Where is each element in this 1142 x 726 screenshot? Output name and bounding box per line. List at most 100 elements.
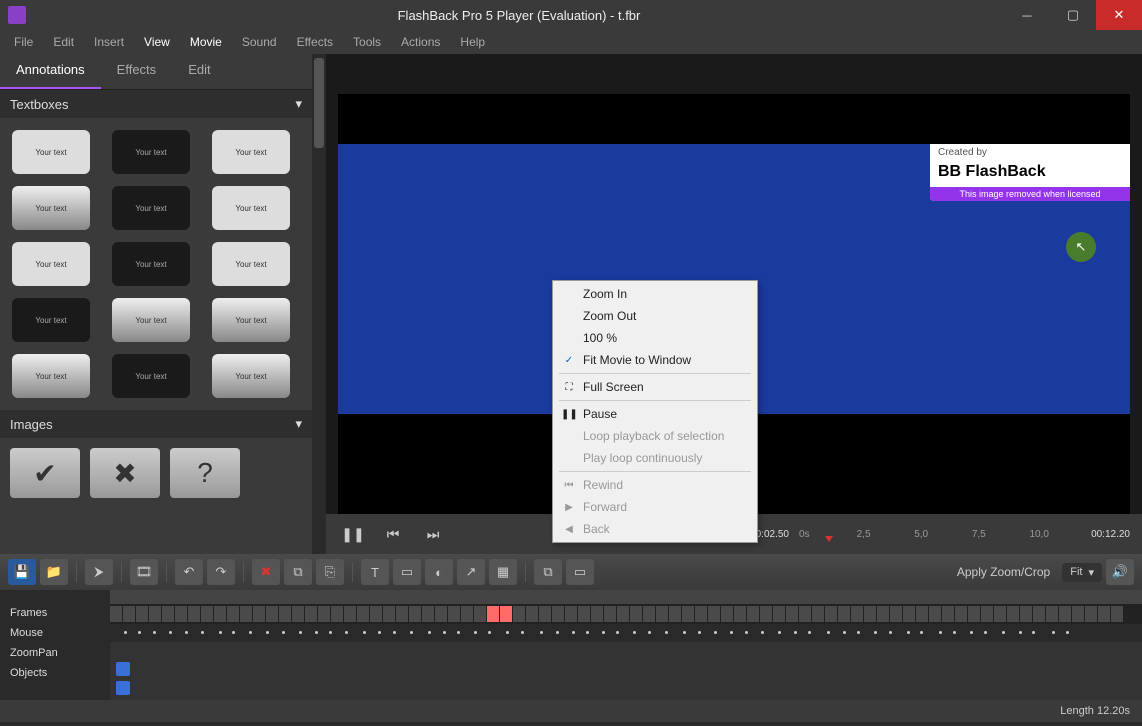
tab-annotations[interactable]: Annotations xyxy=(0,54,101,89)
textbox-style[interactable]: Your text xyxy=(212,130,290,174)
app-icon xyxy=(8,6,26,24)
next-frame-button[interactable]: ⏭ xyxy=(418,519,448,549)
textbox-style[interactable]: Your text xyxy=(12,130,90,174)
context-menu-item[interactable]: Zoom Out xyxy=(555,305,755,327)
chevron-down-icon: ▾ xyxy=(295,96,302,112)
textbox-style[interactable]: Your text xyxy=(112,186,190,230)
volume-button[interactable]: 🔊 xyxy=(1106,559,1134,585)
titlebar: FlashBack Pro 5 Player (Evaluation) - t.… xyxy=(0,0,1142,30)
menu-item-label: Fit Movie to Window xyxy=(583,353,691,367)
textbox-style[interactable]: Your text xyxy=(12,354,90,398)
share-button[interactable]: ⮞ xyxy=(85,559,113,585)
image-button[interactable]: ▭ xyxy=(393,559,421,585)
textbox-style[interactable]: Your text xyxy=(112,298,190,342)
context-menu: Zoom InZoom Out100 %✓Fit Movie to Window… xyxy=(552,280,758,543)
textbox-style[interactable]: Your text xyxy=(212,242,290,286)
image-question-icon[interactable]: ? xyxy=(170,448,240,498)
textbox-style[interactable]: Your text xyxy=(12,298,90,342)
track-label-zoompan[interactable]: ZoomPan xyxy=(0,644,110,664)
accordion-images[interactable]: Images ▾ xyxy=(0,410,312,438)
menu-edit[interactable]: Edit xyxy=(45,31,82,53)
menu-effects[interactable]: Effects xyxy=(289,31,341,53)
image-check-icon[interactable]: ✔ xyxy=(10,448,80,498)
crop-button[interactable]: ⧉ xyxy=(284,559,312,585)
menu-item-icon: ❚❚ xyxy=(561,409,577,420)
track-label-objects[interactable]: Objects xyxy=(0,664,110,684)
export-button[interactable]: 🎞 xyxy=(130,559,158,585)
textbox-style[interactable]: Your text xyxy=(212,354,290,398)
menu-item-icon: ◀ xyxy=(561,524,577,535)
text-button[interactable]: T xyxy=(361,559,389,585)
highlight-button[interactable]: ◐ xyxy=(425,559,453,585)
time-total: 00:12.20 xyxy=(1091,529,1130,540)
minimize-button[interactable]: ─ xyxy=(1004,0,1050,30)
delete-button[interactable]: ✖ xyxy=(252,559,280,585)
menu-sound[interactable]: Sound xyxy=(234,31,285,53)
context-menu-item[interactable]: 100 % xyxy=(555,327,755,349)
redo-button[interactable]: ↷ xyxy=(207,559,235,585)
scale-tick: 5,0 xyxy=(914,529,966,540)
cursor-highlight-icon: ↖ xyxy=(1066,232,1096,262)
close-button[interactable]: ✕ xyxy=(1096,0,1142,30)
timeline-tracks[interactable] xyxy=(110,590,1142,700)
menu-file[interactable]: File xyxy=(6,31,41,53)
open-button[interactable]: 📁 xyxy=(40,559,68,585)
blur-button[interactable]: ▦ xyxy=(489,559,517,585)
context-menu-item[interactable]: ❚❚Pause xyxy=(555,403,755,425)
window-title: FlashBack Pro 5 Player (Evaluation) - t.… xyxy=(34,8,1004,23)
pause-button[interactable]: ❚❚ xyxy=(338,519,368,549)
context-menu-item[interactable]: ⛶Full Screen xyxy=(555,376,755,398)
context-menu-item: Play loop continuously xyxy=(555,447,755,469)
zoompan-track[interactable] xyxy=(110,642,1142,660)
menu-tools[interactable]: Tools xyxy=(345,31,389,53)
context-menu-item[interactable]: ✓Fit Movie to Window xyxy=(555,349,755,371)
frames-track[interactable] xyxy=(110,604,1142,624)
prev-frame-button[interactable]: ⏮ xyxy=(378,519,408,549)
image-cross-icon[interactable]: ✖ xyxy=(90,448,160,498)
copy-button[interactable]: ⧉ xyxy=(534,559,562,585)
context-menu-item: Loop playback of selection xyxy=(555,425,755,447)
fit-dropdown[interactable]: Fit▾ xyxy=(1062,563,1102,582)
menu-help[interactable]: Help xyxy=(452,31,493,53)
textbox-style[interactable]: Your text xyxy=(212,186,290,230)
menu-item-icon: ⛶ xyxy=(561,382,577,393)
textbox-style[interactable]: Your text xyxy=(112,354,190,398)
sidebar-tabs: Annotations Effects Edit xyxy=(0,54,312,90)
track-label-mouse[interactable]: Mouse xyxy=(0,624,110,644)
scale-tick: 10,0 xyxy=(1029,529,1081,540)
menu-actions[interactable]: Actions xyxy=(393,31,448,53)
menu-movie[interactable]: Movie xyxy=(182,31,230,53)
undo-button[interactable]: ↶ xyxy=(175,559,203,585)
scale-tick: 7,5 xyxy=(972,529,1024,540)
apply-zoom-crop-button[interactable]: Apply Zoom/Crop xyxy=(949,565,1058,579)
arrow-button[interactable]: ↗ xyxy=(457,559,485,585)
textbox-style[interactable]: Your text xyxy=(212,298,290,342)
track-label-frames[interactable]: Frames xyxy=(0,604,110,624)
textbox-style[interactable]: Your text xyxy=(12,186,90,230)
save-button[interactable]: 💾 xyxy=(8,559,36,585)
object-chip[interactable] xyxy=(116,662,130,676)
frame-button[interactable]: ▭ xyxy=(566,559,594,585)
menu-insert[interactable]: Insert xyxy=(86,31,132,53)
object-chip[interactable] xyxy=(116,681,130,695)
menu-item-label: Loop playback of selection xyxy=(583,429,724,443)
textbox-style[interactable]: Your text xyxy=(12,242,90,286)
timeline-ruler[interactable] xyxy=(110,590,1142,604)
maximize-button[interactable]: ▢ xyxy=(1050,0,1096,30)
accordion-textboxes[interactable]: Textboxes ▾ xyxy=(0,90,312,118)
menu-view[interactable]: View xyxy=(136,31,178,53)
context-menu-item[interactable]: Zoom In xyxy=(555,283,755,305)
textbox-style[interactable]: Your text xyxy=(112,130,190,174)
playhead-marker-icon[interactable] xyxy=(825,536,833,542)
objects-track[interactable] xyxy=(110,660,1142,680)
tab-effects[interactable]: Effects xyxy=(101,54,173,89)
mouse-track[interactable] xyxy=(110,624,1142,642)
sidebar-scrollbar[interactable] xyxy=(312,54,326,554)
textbox-style[interactable]: Your text xyxy=(112,242,190,286)
menubar: File Edit Insert View Movie Sound Effect… xyxy=(0,30,1142,54)
menu-item-label: Rewind xyxy=(583,478,623,492)
time-scale[interactable]: 0s 2,5 5,0 7,5 10,0 xyxy=(799,524,1081,544)
tab-edit[interactable]: Edit xyxy=(172,54,226,89)
sidebar: Annotations Effects Edit Textboxes ▾ You… xyxy=(0,54,312,554)
insert-button[interactable]: ⎘ xyxy=(316,559,344,585)
